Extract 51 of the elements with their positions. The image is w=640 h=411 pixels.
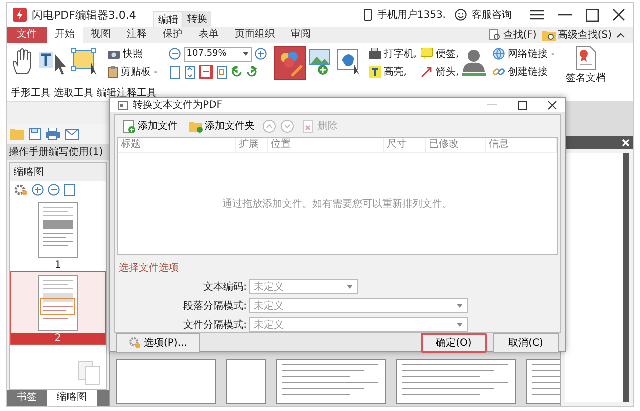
section-title: 选择文件选项 — [118, 262, 180, 276]
markup-tool-button[interactable]: 箭头, — [420, 64, 460, 80]
panel-tab[interactable]: 书签 — [7, 390, 47, 406]
file-menu[interactable]: 文件 — [7, 27, 47, 43]
sign-document-button[interactable]: 签名文档 — [566, 46, 606, 85]
column-header[interactable]: 扩展 — [236, 138, 268, 152]
menu-tab[interactable]: 注释 — [119, 27, 155, 43]
find-button[interactable]: 查找(F) — [503, 28, 537, 42]
mode-tab[interactable]: 转换 — [183, 10, 212, 28]
tool-label: 选取工具 — [54, 86, 94, 100]
toolbar-button[interactable]: 添加文件夹 — [186, 119, 258, 133]
markup-tool-button[interactable]: 便签, — [420, 46, 460, 62]
field-label: 段落分隔模式: — [182, 300, 247, 312]
window-title: 闪电PDF编辑器3.0.4 — [32, 8, 136, 22]
column-header[interactable]: 已修改 — [426, 138, 486, 152]
menu-tab[interactable]: 保护 — [155, 27, 191, 43]
column-header[interactable]: 信息 — [486, 138, 557, 152]
field-label: 文件分隔模式: — [182, 318, 247, 332]
panel-tab[interactable]: 缩略图 — [47, 390, 97, 406]
support-link[interactable]: 客服咨询 — [472, 8, 512, 22]
field-label: 文本编码: — [202, 280, 247, 294]
menu-tab[interactable]: 视图 — [83, 27, 119, 43]
page-thumbnail[interactable]: 2 — [10, 271, 106, 345]
page-thumbnail[interactable]: 1 — [10, 199, 106, 271]
user-name[interactable]: 手机用户1353. — [377, 8, 446, 22]
toolbar-button[interactable]: 添加文件 — [119, 119, 181, 133]
zoom-field[interactable]: 107.59% — [184, 46, 252, 62]
options-button[interactable]: 选项(P)... — [116, 333, 200, 353]
document-tab[interactable]: 操作手册编写使用(1) — [7, 144, 109, 160]
menu-tab[interactable]: 开始 — [47, 27, 83, 43]
tool-label: 编辑注释工具 — [97, 86, 157, 100]
mode-tab[interactable]: 编辑 — [153, 10, 184, 28]
cancel-button[interactable]: 取消(C) — [493, 333, 559, 353]
ok-button[interactable]: 确定(O) — [421, 333, 487, 353]
column-header[interactable]: 尺寸 — [384, 138, 426, 152]
link-button[interactable]: 网络链接 - — [493, 46, 555, 62]
column-header[interactable]: 位置 — [268, 138, 384, 152]
column-header[interactable]: 标题 — [118, 138, 236, 152]
clipboard-button[interactable]: 剪贴板 - — [108, 64, 158, 80]
markup-tool-button[interactable]: 打字机, — [368, 46, 417, 62]
markup-tool-button[interactable]: 高亮, — [368, 64, 417, 80]
panel-title: 缩略图 — [10, 163, 106, 181]
snapshot-button[interactable]: 快照 — [108, 46, 158, 62]
dialog-title: 转换文本文件为PDF — [133, 98, 222, 112]
tool-label: 手形工具 — [11, 86, 51, 100]
empty-hint: 通过拖放添加文件。如有需要您可以重新排列文件。 — [222, 198, 452, 210]
link-button[interactable]: 创建链接 — [493, 64, 555, 80]
menu-tab[interactable]: 页面组织 — [227, 27, 283, 43]
advanced-find-button[interactable]: 高级查找(S) — [558, 28, 612, 42]
menu-tab[interactable]: 表单 — [191, 27, 227, 43]
menu-tab[interactable]: 审阅 — [283, 27, 319, 43]
